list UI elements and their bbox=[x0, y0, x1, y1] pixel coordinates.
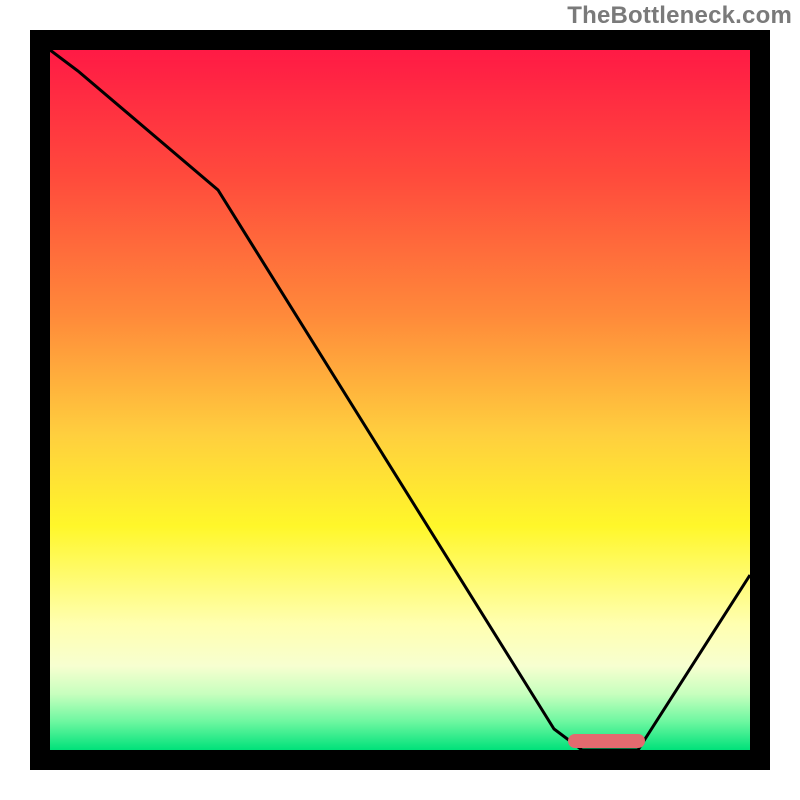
chart-container: TheBottleneck.com bbox=[0, 0, 800, 800]
bottleneck-curve bbox=[50, 50, 750, 750]
plot-area bbox=[50, 50, 750, 750]
optimal-range-marker bbox=[568, 734, 645, 748]
plot-axes-frame bbox=[30, 30, 770, 770]
watermark-text: TheBottleneck.com bbox=[567, 2, 792, 30]
